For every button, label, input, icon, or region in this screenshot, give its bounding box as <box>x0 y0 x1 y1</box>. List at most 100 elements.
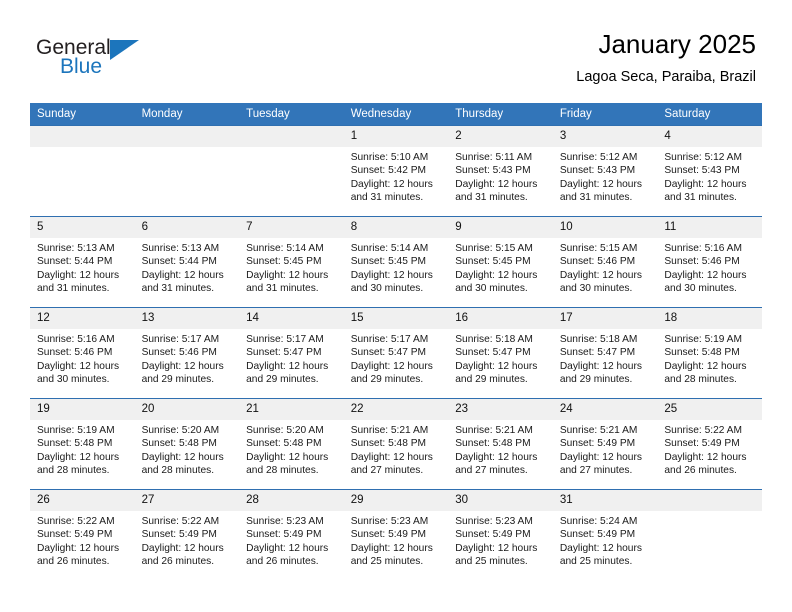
weekday-header-thursday: Thursday <box>448 103 553 126</box>
day-number: 13 <box>134 308 240 329</box>
page-title: January 2025 <box>598 29 756 59</box>
day-number: 3 <box>552 126 658 147</box>
calendar-day-cell[interactable]: 6 Sunrise: 5:13 AM Sunset: 5:44 PM Daylight… <box>134 216 240 308</box>
calendar-day-cell[interactable]: 2 Sunrise: 5:11 AM Sunset: 5:43 PM Daylight… <box>448 125 553 217</box>
daylight-text-line2: and 27 minutes. <box>559 465 633 477</box>
calendar-day-cell[interactable]: 27 Sunrise: 5:22 AM Sunset: 5:49 PM Dayligh… <box>134 489 240 580</box>
sunset-text: Sunset: 5:44 PM <box>37 256 113 268</box>
sunset-text: Sunset: 5:48 PM <box>350 438 427 450</box>
logo-triangle-icon <box>110 40 139 60</box>
calendar-day-cell[interactable]: 21 Sunrise: 5:20 AM Sunset: 5:48 PM Dayligh… <box>239 398 344 490</box>
daylight-text-line1: Daylight: 12 hours <box>141 542 224 554</box>
day-sun-info: Sunrise: 5:12 AM Sunset: 5:43 PM Daylight:… <box>657 147 762 205</box>
calendar-day-cell[interactable]: 3 Sunrise: 5:12 AM Sunset: 5:43 PM Daylight… <box>552 125 658 217</box>
daylight-text-line2: and 27 minutes. <box>350 465 424 477</box>
sunset-text: Sunset: 5:49 PM <box>246 529 322 541</box>
calendar-day-cell[interactable]: 13 Sunrise: 5:17 AM Sunset: 5:46 PM Dayligh… <box>134 307 240 399</box>
day-sun-info: Sunrise: 5:18 AM Sunset: 5:47 PM Daylight:… <box>553 329 658 387</box>
day-number: 14 <box>239 308 344 329</box>
day-number: 24 <box>552 399 658 420</box>
day-number: 7 <box>239 217 344 238</box>
daylight-text-line2: and 29 minutes. <box>455 374 528 386</box>
calendar-week-row: 1 Sunrise: 5:10 AM Sunset: 5:42 PM Daylight… <box>30 125 762 217</box>
day-number: 27 <box>134 490 240 511</box>
sunrise-text: Sunrise: 5:16 AM <box>664 243 742 254</box>
sunrise-text: Sunrise: 5:12 AM <box>664 152 742 163</box>
calendar-day-cell[interactable]: 11 Sunrise: 5:16 AM Sunset: 5:46 PM Dayligh… <box>657 216 762 308</box>
sunset-text: Sunset: 5:48 PM <box>37 438 113 450</box>
calendar-day-cell[interactable]: 28 Sunrise: 5:23 AM Sunset: 5:49 PM Dayligh… <box>239 489 344 580</box>
daylight-text-line2: and 29 minutes. <box>559 374 633 386</box>
calendar-day-cell[interactable]: 31 Sunrise: 5:24 AM Sunset: 5:49 PM Dayligh… <box>552 489 658 580</box>
calendar-day-cell[interactable]: 9 Sunrise: 5:15 AM Sunset: 5:45 PM Daylight… <box>448 216 553 308</box>
sunrise-text: Sunrise: 5:14 AM <box>246 243 324 254</box>
calendar-day-cell[interactable]: 20 Sunrise: 5:20 AM Sunset: 5:48 PM Dayligh… <box>134 398 240 490</box>
calendar-day-cell[interactable]: 23 Sunrise: 5:21 AM Sunset: 5:48 PM Dayligh… <box>448 398 553 490</box>
calendar-day-cell[interactable]: 15 Sunrise: 5:17 AM Sunset: 5:47 PM Dayligh… <box>343 307 449 399</box>
calendar-day-cell[interactable]: 29 Sunrise: 5:23 AM Sunset: 5:49 PM Dayligh… <box>343 489 449 580</box>
daylight-text-line1: Daylight: 12 hours <box>37 269 120 281</box>
sunrise-text: Sunrise: 5:11 AM <box>455 152 533 163</box>
sunset-text: Sunset: 5:46 PM <box>664 256 740 268</box>
weekday-header-row: Sunday Monday Tuesday Wednesday Thursday… <box>30 103 762 126</box>
calendar-day-cell[interactable]: 18 Sunrise: 5:19 AM Sunset: 5:48 PM Dayligh… <box>657 307 762 399</box>
calendar-day-cell[interactable]: 19 Sunrise: 5:19 AM Sunset: 5:48 PM Dayligh… <box>30 398 135 490</box>
day-sun-info: Sunrise: 5:16 AM Sunset: 5:46 PM Daylight:… <box>30 329 135 387</box>
daylight-text-line2: and 25 minutes. <box>350 556 424 568</box>
day-sun-info: Sunrise: 5:22 AM Sunset: 5:49 PM Daylight:… <box>135 511 240 569</box>
calendar-day-cell[interactable]: 7 Sunrise: 5:14 AM Sunset: 5:45 PM Daylight… <box>239 216 344 308</box>
day-number: 19 <box>30 399 135 420</box>
calendar-day-cell[interactable]: 26 Sunrise: 5:22 AM Sunset: 5:49 PM Dayligh… <box>30 489 135 580</box>
day-sun-info: Sunrise: 5:24 AM Sunset: 5:49 PM Daylight:… <box>553 511 658 569</box>
sunrise-text: Sunrise: 5:17 AM <box>350 334 429 345</box>
calendar-day-cell[interactable]: 22 Sunrise: 5:21 AM Sunset: 5:48 PM Dayligh… <box>343 398 449 490</box>
calendar-day-cell-empty <box>30 125 135 217</box>
general-blue-logo: General Blue <box>36 36 166 84</box>
day-number: 23 <box>448 399 553 420</box>
daylight-text-line2: and 31 minutes. <box>246 283 319 295</box>
day-sun-info: Sunrise: 5:13 AM Sunset: 5:44 PM Daylight:… <box>30 238 135 296</box>
calendar-day-cell[interactable]: 16 Sunrise: 5:18 AM Sunset: 5:47 PM Dayligh… <box>448 307 553 399</box>
weekday-header-saturday: Saturday <box>657 103 762 126</box>
sunset-text: Sunset: 5:45 PM <box>246 256 322 268</box>
calendar-day-cell[interactable]: 14 Sunrise: 5:17 AM Sunset: 5:47 PM Dayligh… <box>239 307 344 399</box>
calendar-day-cell[interactable]: 17 Sunrise: 5:18 AM Sunset: 5:47 PM Dayligh… <box>552 307 658 399</box>
calendar-day-cell[interactable]: 25 Sunrise: 5:22 AM Sunset: 5:49 PM Dayligh… <box>657 398 762 490</box>
day-number: 8 <box>343 217 449 238</box>
sunset-text: Sunset: 5:42 PM <box>350 165 427 177</box>
sunset-text: Sunset: 5:48 PM <box>664 347 740 359</box>
calendar-day-cell[interactable]: 30 Sunrise: 5:23 AM Sunset: 5:49 PM Dayligh… <box>448 489 553 580</box>
day-sun-info: Sunrise: 5:11 AM Sunset: 5:43 PM Daylight:… <box>448 147 553 205</box>
sunrise-text: Sunrise: 5:12 AM <box>559 152 638 163</box>
calendar-day-cell[interactable]: 24 Sunrise: 5:21 AM Sunset: 5:49 PM Dayligh… <box>552 398 658 490</box>
calendar-day-cell[interactable]: 5 Sunrise: 5:13 AM Sunset: 5:44 PM Daylight… <box>30 216 135 308</box>
calendar-day-cell[interactable]: 8 Sunrise: 5:14 AM Sunset: 5:45 PM Daylight… <box>343 216 449 308</box>
daylight-text-line2: and 30 minutes. <box>664 283 737 295</box>
daylight-text-line2: and 26 minutes. <box>141 556 215 568</box>
sunrise-text: Sunrise: 5:17 AM <box>246 334 324 345</box>
daylight-text-line1: Daylight: 12 hours <box>350 178 433 190</box>
calendar-day-cell[interactable]: 12 Sunrise: 5:16 AM Sunset: 5:46 PM Dayligh… <box>30 307 135 399</box>
calendar-day-cell-empty <box>239 125 344 217</box>
sunset-text: Sunset: 5:48 PM <box>141 438 217 450</box>
sunset-text: Sunset: 5:46 PM <box>559 256 636 268</box>
calendar-day-cell[interactable]: 4 Sunrise: 5:12 AM Sunset: 5:43 PM Daylight… <box>657 125 762 217</box>
daylight-text-line1: Daylight: 12 hours <box>455 360 538 372</box>
daylight-text-line2: and 26 minutes. <box>246 556 319 568</box>
calendar-day-cell[interactable]: 10 Sunrise: 5:15 AM Sunset: 5:46 PM Dayligh… <box>552 216 658 308</box>
calendar-week-row: 26 Sunrise: 5:22 AM Sunset: 5:49 PM Dayligh… <box>30 489 762 580</box>
daylight-text-line1: Daylight: 12 hours <box>455 542 538 554</box>
calendar-day-cell[interactable]: 1 Sunrise: 5:10 AM Sunset: 5:42 PM Daylight… <box>343 125 449 217</box>
daylight-text-line1: Daylight: 12 hours <box>141 269 224 281</box>
calendar-week-row: 5 Sunrise: 5:13 AM Sunset: 5:44 PM Daylight… <box>30 216 762 308</box>
day-number: 26 <box>30 490 135 511</box>
sunset-text: Sunset: 5:46 PM <box>141 347 217 359</box>
day-sun-info: Sunrise: 5:15 AM Sunset: 5:45 PM Daylight:… <box>448 238 553 296</box>
sunset-text: Sunset: 5:49 PM <box>559 529 636 541</box>
day-number: 25 <box>657 399 762 420</box>
day-number: 4 <box>657 126 762 147</box>
day-number: 22 <box>343 399 449 420</box>
sunrise-text: Sunrise: 5:18 AM <box>455 334 533 345</box>
day-number: 21 <box>239 399 344 420</box>
sunset-text: Sunset: 5:47 PM <box>455 347 531 359</box>
